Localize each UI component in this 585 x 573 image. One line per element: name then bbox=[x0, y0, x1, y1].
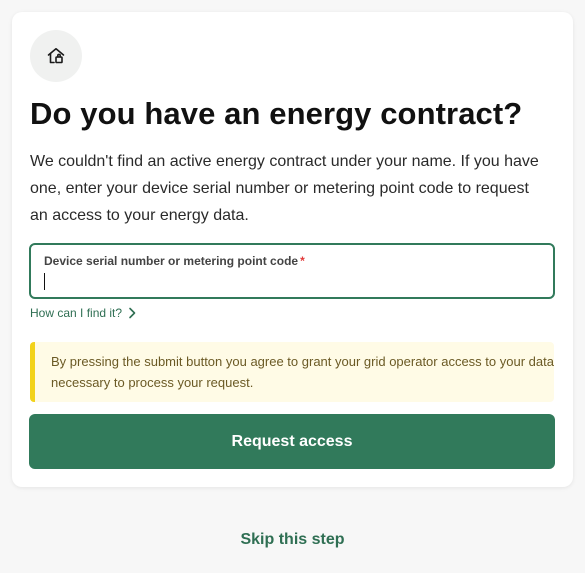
skip-step-link[interactable]: Skip this step bbox=[0, 531, 585, 549]
house-icon bbox=[47, 48, 65, 64]
how-to-find-link-text: How can I find it? bbox=[30, 306, 123, 320]
page-title: Do you have an energy contract? bbox=[30, 96, 523, 131]
serial-number-field[interactable]: Device serial number or metering point c… bbox=[29, 243, 555, 299]
consent-notice: By pressing the submit button you agree … bbox=[30, 342, 554, 402]
request-access-button[interactable]: Request access bbox=[29, 414, 555, 469]
text-caret bbox=[44, 273, 45, 290]
required-marker: * bbox=[300, 254, 305, 268]
chevron-right-icon bbox=[129, 307, 136, 319]
consent-notice-text: By pressing the submit button you agree … bbox=[51, 354, 554, 390]
serial-number-input[interactable] bbox=[43, 271, 543, 293]
page-description: We couldn't find an active energy contra… bbox=[30, 153, 539, 224]
contract-card: Do you have an energy contract? We could… bbox=[12, 12, 573, 487]
how-to-find-link[interactable]: How can I find it? bbox=[30, 306, 136, 320]
serial-number-label: Device serial number or metering point c… bbox=[44, 254, 305, 268]
house-icon-container bbox=[30, 30, 82, 82]
serial-number-label-text: Device serial number or metering point c… bbox=[44, 254, 299, 268]
